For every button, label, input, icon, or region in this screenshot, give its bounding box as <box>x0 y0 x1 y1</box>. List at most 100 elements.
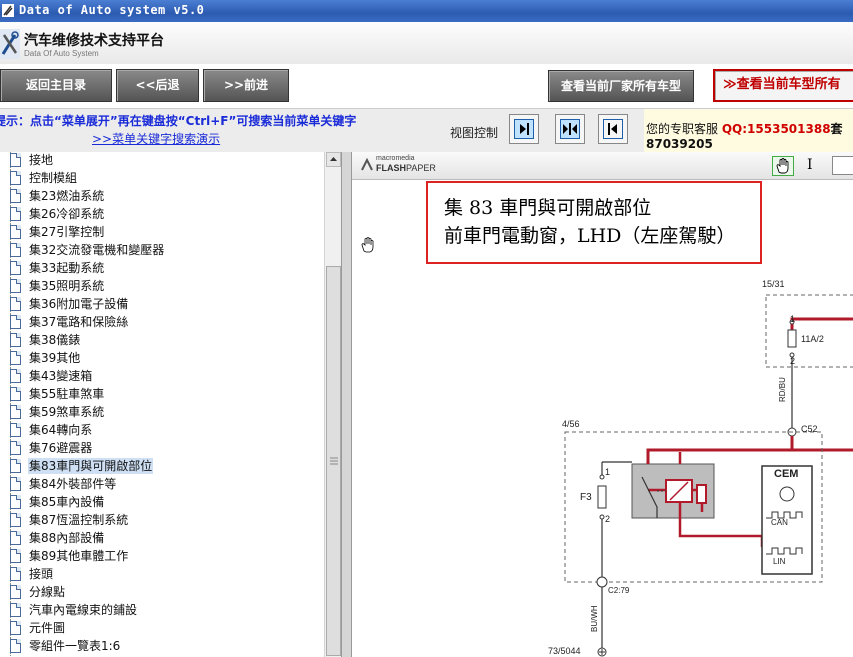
label-rdbu: RD/BU <box>778 377 787 402</box>
tree-item-label: 集39其他 <box>29 351 81 365</box>
view-left-button[interactable] <box>509 114 539 144</box>
document-icon <box>10 531 21 545</box>
tree-item-label: 接頭 <box>29 567 54 581</box>
tree-item[interactable]: 集83車門與可開啟部位 <box>0 458 324 476</box>
tree-item[interactable]: 接頭 <box>0 566 324 584</box>
tree-item[interactable]: 集87恆溫控制系統 <box>0 512 324 530</box>
label-c52: C52 <box>801 424 818 434</box>
fuse-box-outline <box>765 294 853 368</box>
document-icon <box>10 585 21 599</box>
grip-icon <box>330 457 338 465</box>
menu-tree[interactable]: 接地 控制模組 集23燃油系統 集26冷卻系統 集27引擎控制 集32交流發電機和變壓器集… <box>0 152 324 657</box>
document-icon <box>10 297 21 311</box>
tree-item[interactable]: 集37電路和保險絲 <box>0 314 324 332</box>
tree-item-label: 元件圖 <box>29 621 66 635</box>
tree-item[interactable]: 零組件一覽表1:6 <box>0 638 324 656</box>
tree-item-label: 接地 <box>29 153 54 167</box>
tree-item[interactable]: 接地 <box>0 152 324 170</box>
collapse-left-icon <box>520 123 529 135</box>
home-button[interactable]: 返回主目录 <box>0 69 112 102</box>
tree-item[interactable]: 汽車內電線束的鋪設 <box>0 602 324 620</box>
wrench-logo-icon <box>0 29 20 59</box>
tree-item[interactable]: 控制模組 <box>0 170 324 188</box>
all-models-button[interactable]: 查看当前厂家所有车型 <box>548 70 694 102</box>
document-icon <box>10 333 21 347</box>
view-split-button[interactable] <box>555 114 585 144</box>
tree-item-label: 控制模組 <box>29 171 78 185</box>
panel-divider[interactable] <box>341 152 352 657</box>
tree-item[interactable]: 集36附加電子設備 <box>0 296 324 314</box>
document-icon <box>10 621 21 635</box>
label-f3: F3 <box>580 492 592 503</box>
tree-item[interactable]: 集64轉向系 <box>0 422 324 440</box>
label-pin1-f3: 1 <box>605 467 611 477</box>
tree-item-label: 集37電路和保險絲 <box>29 315 129 329</box>
tree-item[interactable]: 集35照明系統 <box>0 278 324 296</box>
tree-item[interactable]: 集89其他車體工作 <box>0 548 324 566</box>
service-label: 您的专职客服 <box>646 122 719 136</box>
tree-item-label: 集36附加電子設備 <box>29 297 129 311</box>
tree-item-label: 集35照明系統 <box>29 279 105 293</box>
label-c279: C2:79 <box>608 586 630 595</box>
forward-button[interactable]: >>前进 <box>203 69 289 102</box>
label-735044: 73/5044 <box>548 646 581 656</box>
tree-scrollbar[interactable] <box>324 152 342 657</box>
app-icon <box>2 4 14 17</box>
connector-c279 <box>596 576 608 588</box>
window-title-bar[interactable]: Data of Auto system v5.0 <box>0 0 853 22</box>
view-right-button[interactable] <box>598 114 628 144</box>
tree-item[interactable]: 集59煞車系統 <box>0 404 324 422</box>
document-icon <box>10 441 21 455</box>
document-icon <box>10 207 21 221</box>
tree-item[interactable]: 集43變速箱 <box>0 368 324 386</box>
tree-item[interactable]: 集88內部設備 <box>0 530 324 548</box>
search-demo-link[interactable]: >>菜单关键字搜索演示 <box>92 130 220 147</box>
service-extra: 87039205 <box>646 137 713 151</box>
tree-item[interactable]: 集38儀錶 <box>0 332 324 350</box>
tree-item-label: 集89其他車體工作 <box>29 549 129 563</box>
tree-item[interactable]: 集85車內設備 <box>0 494 324 512</box>
tree-item[interactable]: 集39其他 <box>0 350 324 368</box>
nav-toolbar: 返回主目录 <<后退 >>前进 查看当前厂家所有车型 ≫查看当前车型所有 <box>0 64 853 106</box>
document-viewer[interactable]: macromedia FLASHPAPER I 集 83 車門與可開啟部位 前車… <box>352 152 853 657</box>
document-icon <box>10 153 21 167</box>
tree-item[interactable]: 集76避震器 <box>0 440 324 458</box>
collapse-right-icon <box>608 123 617 135</box>
tree-item-label: 集59煞車系統 <box>29 405 105 419</box>
tree-item[interactable]: 分線點 <box>0 584 324 602</box>
document-icon <box>10 405 21 419</box>
tree-item[interactable]: 集32交流發電機和變壓器 <box>0 242 324 260</box>
tree-item-label: 集26冷卻系統 <box>29 207 105 221</box>
document-icon <box>10 225 21 239</box>
document-icon <box>10 549 21 563</box>
tree-item[interactable]: 集26冷卻系統 <box>0 206 324 224</box>
scroll-thumb[interactable] <box>326 266 341 656</box>
tree-item[interactable]: 集23燃油系統 <box>0 188 324 206</box>
view-control-label: 视图控制 <box>450 126 499 140</box>
document-icon <box>10 423 21 437</box>
hint-text: 提示：点击“菜单展开”再在键盘按“Ctrl+F”可搜索当前菜单关键字 <box>0 114 357 128</box>
label-can: CAN <box>771 518 788 527</box>
tree-item-label: 汽車內電線束的鋪設 <box>29 603 138 617</box>
label-buwh: BU/WH <box>590 605 599 632</box>
tree-item[interactable]: 集33起動系統 <box>0 260 324 278</box>
tree-item[interactable]: 元件圖 <box>0 620 324 638</box>
service-qq-link[interactable]: QQ:1553501388 <box>722 122 831 136</box>
fuse-11a <box>787 329 797 348</box>
tree-item[interactable]: 集84外裝部件等 <box>0 476 324 494</box>
document-icon <box>10 369 21 383</box>
label-11a: 11A/2 <box>801 334 824 344</box>
current-model-button[interactable]: ≫查看当前车型所有 <box>713 69 853 102</box>
tree-item-label: 集76避震器 <box>29 441 93 455</box>
back-button[interactable]: <<后退 <box>116 69 199 102</box>
label-1531: 15/31 <box>762 279 785 289</box>
label-pin2-f3: 2 <box>605 514 611 524</box>
scroll-up-button[interactable] <box>326 152 341 167</box>
tree-item-label: 集43變速箱 <box>29 369 93 383</box>
document-icon <box>10 477 21 491</box>
document-icon <box>10 279 21 293</box>
label-cem: CEM <box>774 468 799 480</box>
document-icon <box>10 189 21 203</box>
tree-item[interactable]: 集27引擎控制 <box>0 224 324 242</box>
tree-item[interactable]: 集55駐車煞車 <box>0 386 324 404</box>
